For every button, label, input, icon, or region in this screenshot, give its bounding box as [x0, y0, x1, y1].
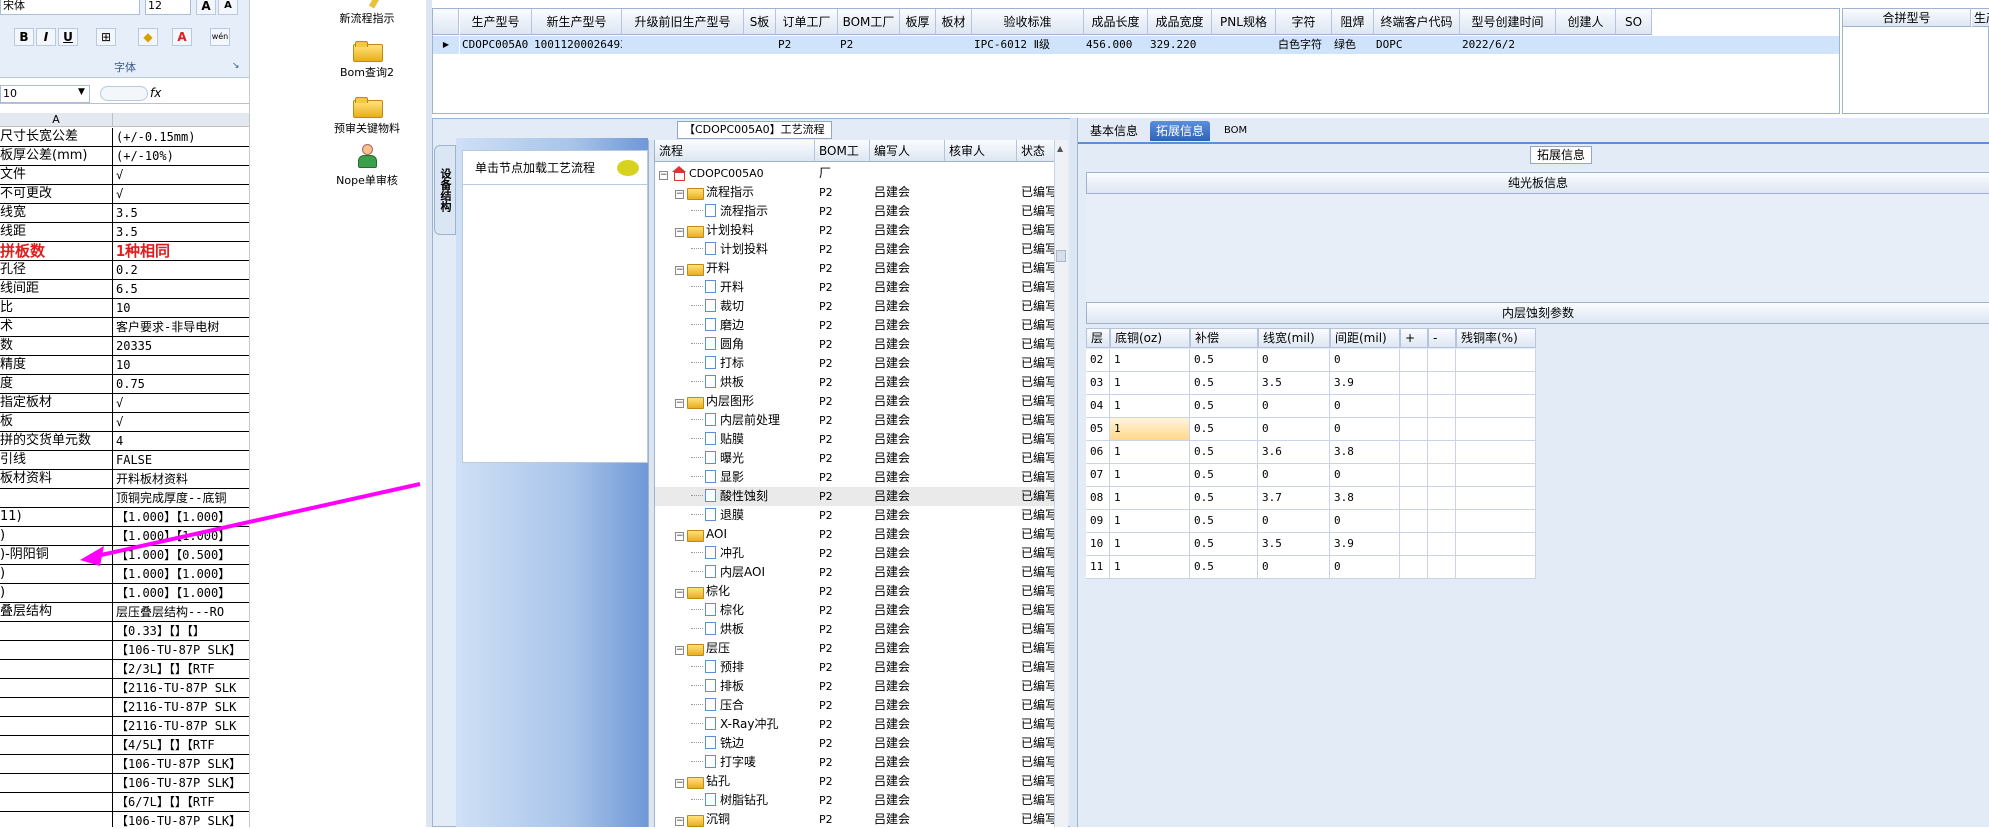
- arrow-shaft: [91, 482, 421, 559]
- annotation-arrow: [80, 482, 421, 566]
- arrow-head: [80, 546, 104, 566]
